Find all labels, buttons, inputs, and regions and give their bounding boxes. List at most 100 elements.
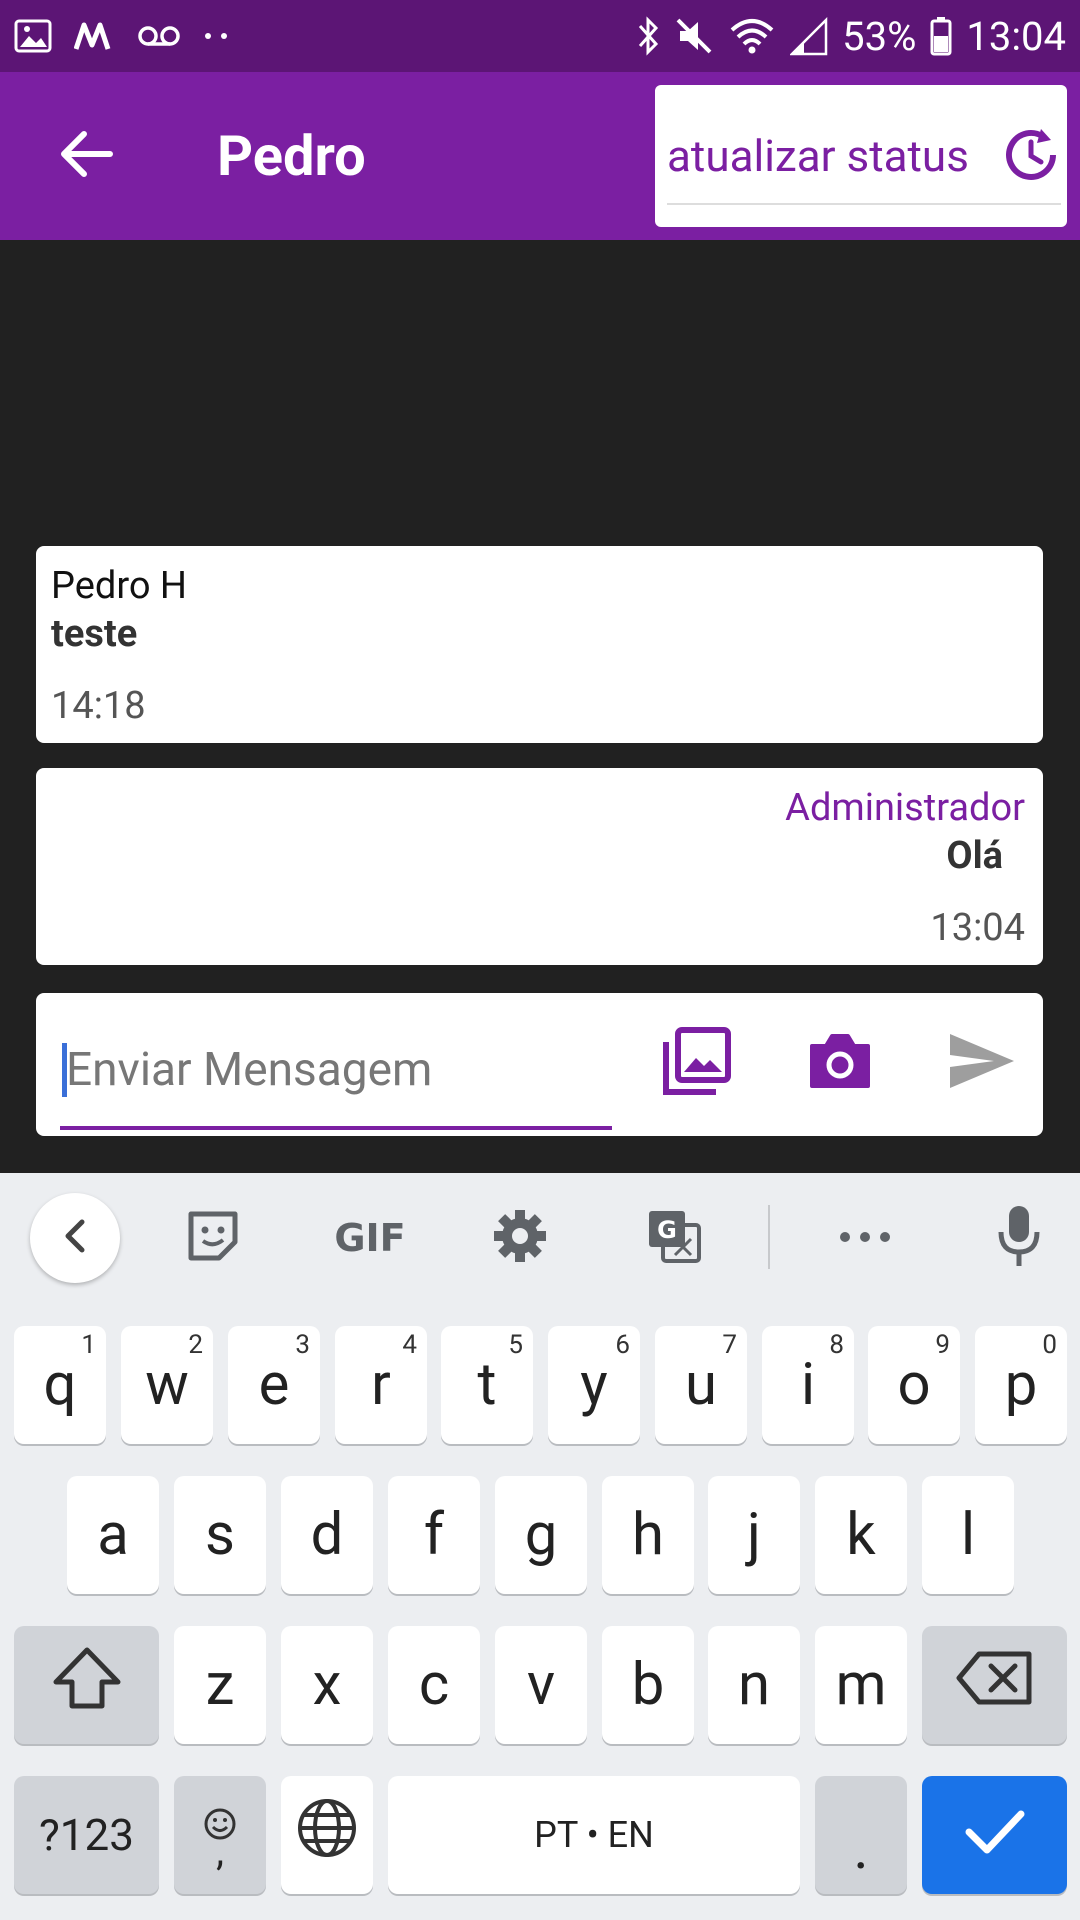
gif-button[interactable]: GIF xyxy=(320,1193,420,1283)
space-key[interactable]: PT • EN xyxy=(388,1776,800,1894)
send-icon xyxy=(948,1032,1016,1094)
key-label: PT • EN xyxy=(534,1814,654,1856)
dots-icon xyxy=(202,31,232,41)
key-n[interactable]: n xyxy=(708,1626,800,1744)
message-input-wrapper xyxy=(60,1013,612,1130)
key-i[interactable]: i8 xyxy=(762,1326,854,1444)
page-title: Pedro xyxy=(217,123,366,189)
key-z[interactable]: z xyxy=(174,1626,266,1744)
key-label: n xyxy=(737,1651,771,1719)
language-key[interactable] xyxy=(281,1776,373,1894)
key-a[interactable]: a xyxy=(67,1476,159,1594)
key-label: o xyxy=(897,1351,931,1419)
key-label: c xyxy=(418,1651,450,1719)
message-sender: Administrador xyxy=(785,786,1025,830)
key-hint: 6 xyxy=(615,1330,630,1360)
key-c[interactable]: c xyxy=(388,1626,480,1744)
key-t[interactable]: t5 xyxy=(441,1326,533,1444)
key-m[interactable]: m xyxy=(815,1626,907,1744)
key-p[interactable]: p0 xyxy=(975,1326,1067,1444)
key-hint: 2 xyxy=(188,1330,203,1360)
key-label: w xyxy=(145,1351,189,1419)
send-button[interactable] xyxy=(932,1013,1032,1113)
globe-icon xyxy=(296,1797,358,1874)
key-j[interactable]: j xyxy=(708,1476,800,1594)
backspace-icon xyxy=(955,1650,1035,1721)
shift-key[interactable] xyxy=(14,1626,159,1744)
key-w[interactable]: w2 xyxy=(121,1326,213,1444)
mic-icon xyxy=(995,1204,1043,1272)
key-v[interactable]: v xyxy=(495,1626,587,1744)
settings-button[interactable] xyxy=(475,1193,565,1283)
key-h[interactable]: h xyxy=(602,1476,694,1594)
back-button[interactable] xyxy=(46,116,126,196)
key-label: . xyxy=(853,1815,869,1883)
arrow-left-icon xyxy=(58,130,114,182)
svg-text:G: G xyxy=(657,1216,677,1244)
sticker-icon xyxy=(185,1208,241,1268)
key-s[interactable]: s xyxy=(174,1476,266,1594)
gif-label: GIF xyxy=(334,1216,406,1260)
key-k[interactable]: k xyxy=(815,1476,907,1594)
key-hint: 1 xyxy=(81,1330,96,1360)
voicemail-icon xyxy=(138,24,180,48)
key-hint: 0 xyxy=(1042,1330,1057,1360)
key-hint: 5 xyxy=(508,1330,523,1360)
key-e[interactable]: e3 xyxy=(228,1326,320,1444)
key-label: v xyxy=(526,1651,556,1719)
key-hint: 8 xyxy=(829,1330,844,1360)
key-r[interactable]: r4 xyxy=(335,1326,427,1444)
key-label: y xyxy=(580,1351,608,1419)
gear-icon xyxy=(492,1208,548,1268)
key-x[interactable]: x xyxy=(281,1626,373,1744)
key-label: , xyxy=(216,1828,224,1875)
key-b[interactable]: b xyxy=(602,1626,694,1744)
period-key[interactable]: . xyxy=(815,1776,907,1894)
message-text: teste xyxy=(51,612,138,656)
key-d[interactable]: d xyxy=(281,1476,373,1594)
key-label: g xyxy=(524,1501,558,1569)
key-y[interactable]: y6 xyxy=(548,1326,640,1444)
message-text: Olá xyxy=(946,834,1003,878)
key-o[interactable]: o9 xyxy=(868,1326,960,1444)
key-l[interactable]: l xyxy=(922,1476,1014,1594)
key-q[interactable]: q1 xyxy=(14,1326,106,1444)
more-button[interactable] xyxy=(820,1193,910,1283)
key-label: u xyxy=(685,1351,717,1419)
clock: 13:04 xyxy=(966,12,1066,60)
message-sender: Pedro H xyxy=(51,564,188,608)
mute-icon xyxy=(674,16,714,56)
message-card: Pedro H teste 14:18 xyxy=(36,546,1043,743)
signal-icon xyxy=(790,16,828,56)
key-label: t xyxy=(477,1351,497,1419)
sticker-button[interactable] xyxy=(168,1193,258,1283)
key-u[interactable]: u7 xyxy=(655,1326,747,1444)
key-hint: 7 xyxy=(722,1330,737,1360)
camera-button[interactable] xyxy=(790,1013,890,1113)
shift-icon xyxy=(52,1646,122,1725)
camera-icon xyxy=(808,1032,872,1094)
symbols-key[interactable]: ?123 xyxy=(14,1776,159,1894)
emoji-comma-key[interactable]: , xyxy=(174,1776,266,1894)
key-label: e xyxy=(258,1351,290,1419)
gallery-button[interactable] xyxy=(647,1013,747,1113)
message-input[interactable] xyxy=(60,1035,612,1105)
key-label: d xyxy=(310,1501,344,1569)
message-composer xyxy=(36,993,1043,1136)
update-status-button[interactable]: atualizar status xyxy=(655,85,1067,227)
key-label: p xyxy=(1004,1351,1038,1419)
done-key[interactable] xyxy=(922,1776,1067,1894)
battery-icon xyxy=(930,16,952,56)
key-label: ?123 xyxy=(39,1809,134,1861)
keyboard-back-button[interactable] xyxy=(30,1193,120,1283)
key-label: i xyxy=(800,1351,816,1419)
mic-button[interactable] xyxy=(974,1193,1064,1283)
key-f[interactable]: f xyxy=(388,1476,480,1594)
toolbar-divider xyxy=(768,1205,770,1269)
message-time: 13:04 xyxy=(930,906,1025,950)
backspace-key[interactable] xyxy=(922,1626,1067,1744)
translate-button[interactable]: G xyxy=(629,1193,719,1283)
key-g[interactable]: g xyxy=(495,1476,587,1594)
key-label: q xyxy=(43,1351,77,1419)
status-bar: 53% 13:04 xyxy=(0,0,1080,72)
